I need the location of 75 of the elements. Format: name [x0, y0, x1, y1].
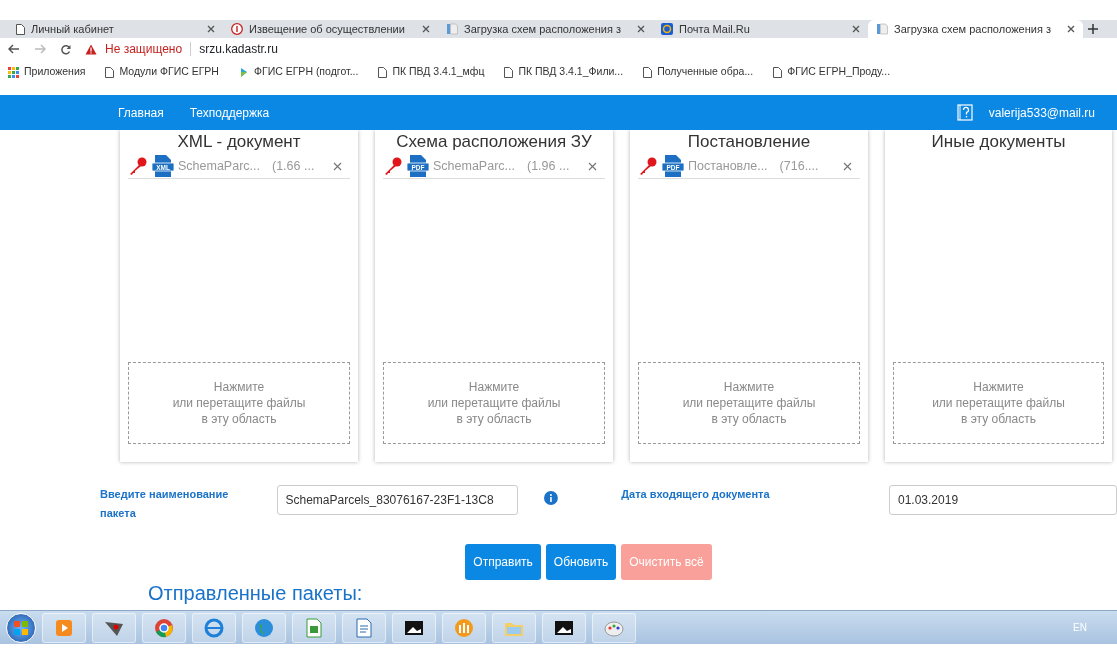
logo-icon — [238, 66, 249, 78]
bookmark[interactable]: ФГИС ЕГРН_Проду... — [773, 64, 891, 80]
bookmark[interactable]: Полученные обра... — [643, 64, 754, 80]
file-name: SchemaParc... — [433, 157, 515, 175]
drop-zone[interactable]: Нажмите или перетащите файлы в эту область — [638, 362, 860, 444]
nav-link[interactable]: Главная — [118, 103, 164, 122]
bookmark[interactable]: ПК ПВД 3.4.1_Фили... — [504, 64, 624, 80]
action-button[interactable]: Отправить — [465, 544, 541, 580]
bookmark[interactable]: ПК ПВД 3.4.1_мфц — [378, 64, 485, 80]
panel-title: Иные документы — [930, 131, 1067, 153]
plus-icon[interactable] — [1087, 23, 1099, 35]
globe-icon[interactable] — [254, 617, 274, 638]
reload-icon[interactable] — [60, 43, 71, 55]
browser-icon[interactable] — [154, 617, 174, 638]
info-icon[interactable] — [544, 491, 559, 505]
page-icon — [378, 66, 388, 78]
page-icon — [16, 23, 25, 35]
close-icon[interactable] — [207, 25, 215, 33]
back-arrow-icon[interactable] — [8, 44, 20, 54]
play-icon[interactable] — [54, 617, 74, 638]
user-email-link[interactable]: valerija533@mail.ru — [988, 103, 1095, 122]
field-label: Введите наименование пакета — [100, 487, 230, 521]
spreadsheet-icon[interactable] — [304, 617, 324, 638]
file-size: (1.66 ... — [272, 157, 316, 175]
key-icon — [128, 156, 148, 176]
browser-tab[interactable]: Личный кабинет — [8, 20, 223, 38]
document-icon — [446, 23, 458, 35]
drop-zone[interactable]: Нажмите или перетащите файлы в эту область — [383, 362, 605, 444]
page-icon — [504, 66, 514, 78]
start-button[interactable] — [6, 612, 36, 643]
close-icon[interactable] — [852, 25, 860, 33]
package-name-field[interactable]: SchemaParcels_83076167-23F1-13C8 — [276, 485, 519, 515]
windows-logo-icon — [14, 620, 28, 635]
address-url[interactable]: srzu.kadastr.ru — [199, 40, 278, 58]
section-heading: Отправленные пакеты: — [147, 581, 364, 606]
close-icon[interactable] — [843, 161, 852, 171]
key-icon — [638, 156, 658, 176]
file-name: SchemaParc... — [178, 157, 260, 175]
file-size: (1.96 ... — [527, 157, 571, 175]
close-icon[interactable] — [637, 25, 645, 33]
panel-title: XML - документ — [176, 131, 302, 153]
help-book-icon[interactable] — [956, 103, 973, 122]
security-warning: Не защищено — [105, 41, 183, 58]
browser-tab[interactable]: Извещение об осуществлении — [223, 20, 438, 38]
file-name: Постановле... — [688, 157, 768, 175]
close-icon[interactable] — [588, 161, 597, 171]
close-icon[interactable] — [422, 25, 430, 33]
key-icon — [383, 156, 403, 176]
bookmark[interactable]: Модули ФГИС ЕГРН — [105, 64, 219, 80]
browser-tab[interactable]: Загрузка схем расположения з — [868, 20, 1083, 38]
bookmark[interactable]: ФГИС ЕГРН (подгот... — [238, 64, 359, 80]
apps-grid-icon — [8, 66, 19, 78]
panel-title: Постановление — [686, 131, 812, 153]
page-icon — [105, 66, 115, 78]
close-icon[interactable] — [333, 161, 342, 171]
file-size: (716.... — [779, 157, 820, 175]
browser-tab[interactable]: Загрузка схем расположения з — [438, 20, 653, 38]
document-icon — [876, 23, 888, 35]
drop-zone[interactable]: Нажмите или перетащите файлы в эту область — [893, 362, 1104, 444]
action-button[interactable]: Обновить — [545, 544, 617, 580]
at-sign-icon — [661, 23, 673, 35]
browser-tab[interactable]: Почта Mail.Ru — [653, 20, 868, 38]
field-label: Дата входящего документа — [621, 487, 771, 502]
page-icon — [773, 66, 783, 78]
page-icon — [643, 66, 653, 78]
drop-zone[interactable]: Нажмите или перетащите файлы в эту область — [128, 362, 350, 444]
browser-icon[interactable] — [204, 617, 224, 638]
nav-link[interactable]: Техподдержка — [189, 103, 270, 122]
close-icon[interactable] — [1067, 25, 1075, 33]
bookmark[interactable]: Приложения — [8, 64, 86, 80]
warning-icon — [85, 43, 97, 55]
date-field[interactable]: 01.03.2019 — [889, 485, 1117, 515]
document-icon[interactable] — [354, 617, 374, 638]
alert-icon — [231, 23, 243, 35]
panel-title: Схема расположения ЗУ — [395, 131, 593, 153]
